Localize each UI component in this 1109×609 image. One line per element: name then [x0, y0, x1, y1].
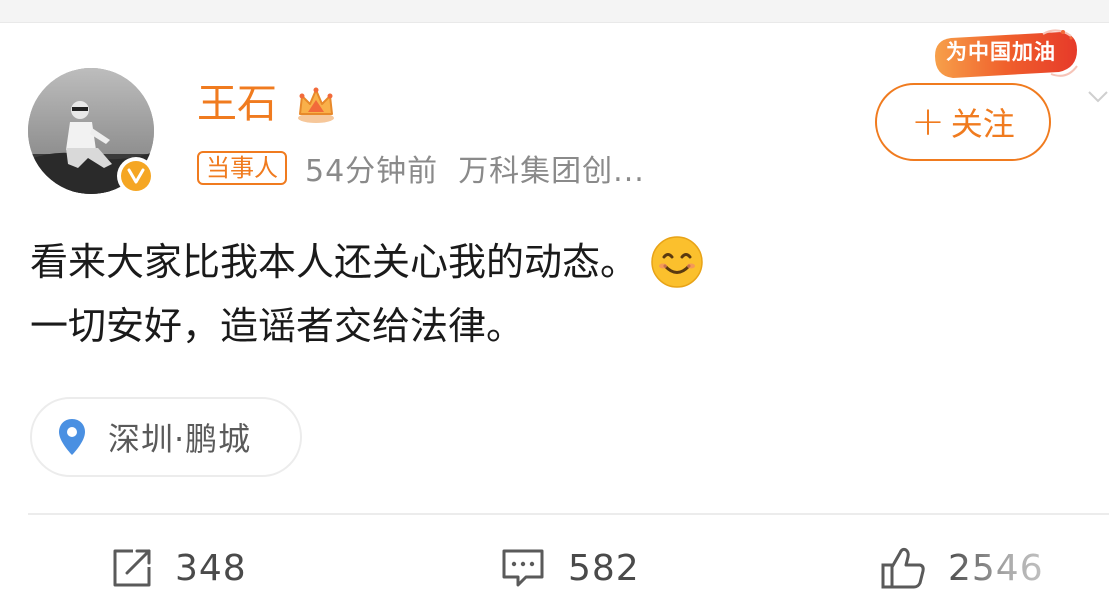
verified-v-icon: [117, 157, 155, 195]
post-line-2-text: 一切安好，造谣者交给法律。: [30, 304, 525, 348]
crown-icon: [298, 87, 334, 123]
comment-count: 582: [568, 547, 640, 589]
like-button[interactable]: 2546: [880, 540, 1044, 596]
repost-count: 348: [175, 547, 247, 589]
post-source[interactable]: 万科集团创...: [458, 146, 645, 190]
promo-text: 为中国加油: [946, 40, 1056, 64]
weibo-post-card: 王石 当事人 54分钟前 万科集团创... 为中国加油 + 关注 看来大家比我本…: [0, 0, 1109, 609]
like-count: 2546: [948, 547, 1044, 589]
plus-icon: +: [911, 99, 945, 145]
post-line-2: 一切安好，造谣者交给法律。: [30, 294, 704, 358]
username[interactable]: 王石: [197, 78, 277, 130]
repost-button[interactable]: 348: [111, 540, 247, 596]
top-strip: [0, 0, 1109, 23]
location-pin-icon: [59, 419, 85, 455]
meta-row: 当事人 54分钟前 万科集团创...: [197, 146, 645, 190]
repost-icon: [113, 549, 151, 587]
follow-label: 关注: [950, 105, 1015, 143]
post-time: 54分钟前: [305, 154, 439, 189]
post-line-1-text: 看来大家比我本人还关心我的动态。: [30, 240, 639, 284]
comment-icon: [502, 549, 544, 587]
thumbs-up-icon: [881, 547, 925, 589]
chevron-down-icon[interactable]: [1087, 86, 1109, 108]
post-line-1: 看来大家比我本人还关心我的动态。: [30, 230, 704, 294]
comment-button[interactable]: 582: [500, 540, 640, 596]
location-label: 深圳·鹏城: [108, 420, 252, 458]
divider: [28, 513, 1109, 515]
location-chip[interactable]: 深圳·鹏城: [30, 397, 302, 477]
post-body: 看来大家比我本人还关心我的动态。 一切安好，造谣者交给法律。: [30, 230, 704, 358]
role-tag-badge: 当事人: [197, 151, 287, 185]
follow-button[interactable]: + 关注: [875, 83, 1051, 161]
smile-emoji-icon: [651, 236, 703, 288]
